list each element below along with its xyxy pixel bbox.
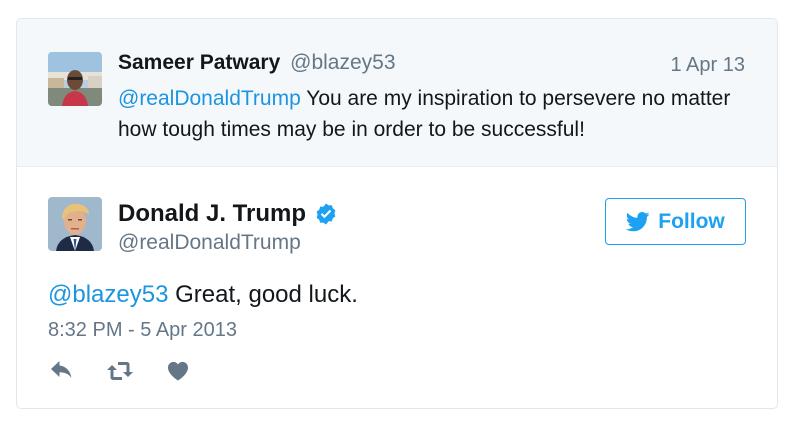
tweet-actions [48, 359, 192, 383]
tweet-body: Great, good luck. [168, 281, 358, 308]
parent-author-avatar[interactable] [48, 52, 102, 106]
heart-icon [168, 361, 188, 381]
reply-icon [51, 361, 72, 378]
author-handle[interactable]: @realDonaldTrump [118, 231, 301, 255]
parent-author: Sameer Patwary @blazey53 [118, 51, 396, 75]
parent-mention-link[interactable]: @realDonaldTrump [118, 87, 301, 110]
tweet-timestamp[interactable]: 8:32 PM - 5 Apr 2013 [48, 319, 237, 342]
tweet-text: @blazey53 Great, good luck. [48, 281, 358, 309]
like-button[interactable] [164, 359, 192, 383]
twitter-bird-icon [626, 211, 650, 231]
reply-button[interactable] [48, 359, 76, 383]
parent-tweet-date[interactable]: 1 Apr 13 [670, 54, 745, 77]
author-name-row: Donald J. Trump [118, 200, 338, 228]
author-avatar[interactable] [48, 197, 102, 251]
tweet-mention-link[interactable]: @blazey53 [48, 281, 168, 308]
author-name[interactable]: Donald J. Trump [118, 200, 306, 228]
retweet-icon [107, 362, 133, 380]
retweet-button[interactable] [106, 359, 134, 383]
parent-author-handle[interactable]: @blazey53 [290, 51, 395, 74]
follow-button-label: Follow [658, 209, 725, 233]
parent-tweet-text: @realDonaldTrump You are my inspiration … [118, 83, 758, 145]
parent-author-name[interactable]: Sameer Patwary [118, 51, 280, 74]
verified-badge-icon [314, 202, 338, 226]
follow-button[interactable]: Follow [605, 198, 746, 245]
parent-tweet[interactable]: Sameer Patwary @blazey53 1 Apr 13 @realD… [17, 19, 777, 167]
embedded-tweet-card: Sameer Patwary @blazey53 1 Apr 13 @realD… [16, 18, 778, 409]
